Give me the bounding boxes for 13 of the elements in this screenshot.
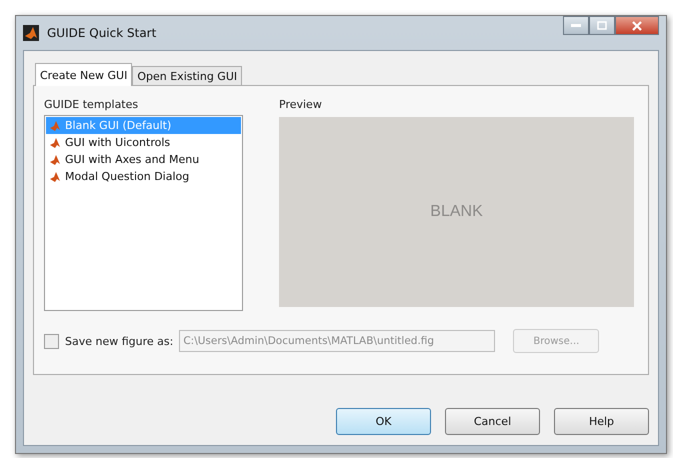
template-item[interactable]: Modal Question Dialog [46, 168, 241, 185]
preview-text: BLANK [430, 203, 483, 221]
dialog-button[interactable]: OK [336, 408, 431, 435]
template-item[interactable]: GUI with Axes and Menu [46, 151, 241, 168]
template-item[interactable]: GUI with Uicontrols [46, 134, 241, 151]
tab[interactable]: Create New GUI [35, 63, 132, 86]
preview-label: Preview [279, 98, 323, 111]
templates-label: GUIDE templates [44, 98, 140, 111]
save-label: Save new figure as: [65, 334, 174, 348]
dialog-button[interactable]: Cancel [445, 408, 540, 435]
dialog-button[interactable]: Help [554, 408, 649, 435]
tab[interactable]: Open Existing GUI [132, 66, 242, 85]
window-title: GUIDE Quick Start [47, 26, 156, 40]
